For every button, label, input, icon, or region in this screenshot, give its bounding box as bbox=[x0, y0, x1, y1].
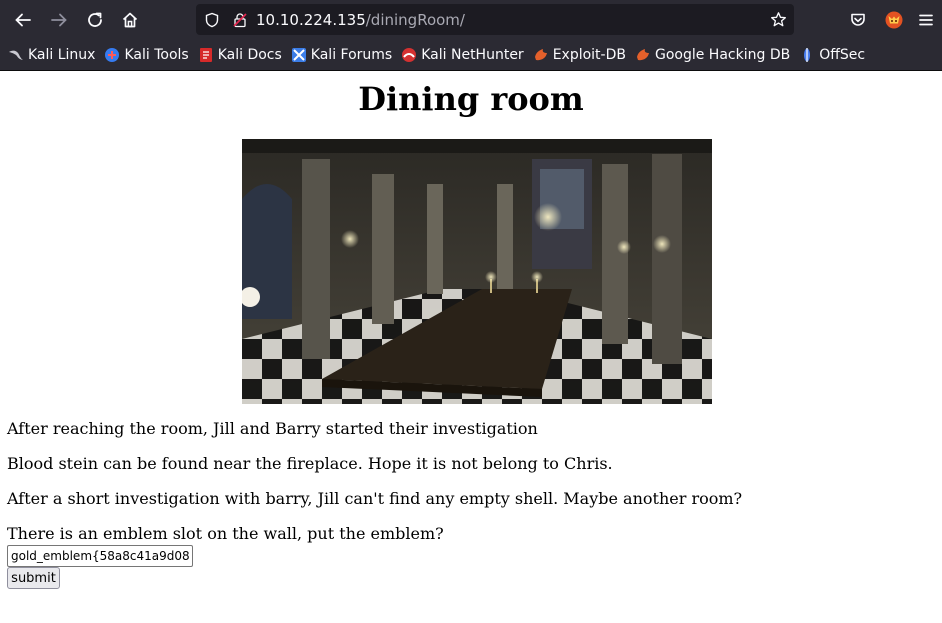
nethunter-icon bbox=[402, 47, 417, 62]
submit-button[interactable]: submit bbox=[7, 567, 60, 589]
back-button[interactable] bbox=[7, 4, 39, 36]
kali-dragon-icon bbox=[9, 50, 23, 60]
paragraph-2: Blood stein can be found near the firepl… bbox=[7, 454, 613, 473]
reload-button[interactable] bbox=[79, 4, 111, 36]
kali-tools-icon bbox=[105, 47, 120, 62]
url-host: 10.10.224.135 bbox=[256, 10, 366, 29]
insecure-lock-icon bbox=[233, 12, 247, 27]
extension-fox-icon bbox=[885, 11, 903, 29]
bookmark-label: Kali Tools bbox=[124, 46, 189, 63]
dining-room-image bbox=[242, 139, 712, 404]
bookmark-label: Kali Linux bbox=[28, 46, 96, 63]
bookmark-kali-docs[interactable]: Kali Docs bbox=[198, 47, 282, 63]
paragraph-1: After reaching the room, Jill and Barry … bbox=[7, 419, 538, 438]
home-button[interactable] bbox=[114, 4, 146, 36]
menu-button[interactable] bbox=[910, 4, 942, 36]
shield-icon bbox=[205, 12, 219, 27]
bookmark-label: Google Hacking DB bbox=[654, 46, 791, 63]
bookmark-label: Exploit-DB bbox=[552, 46, 626, 63]
url-text: 10.10.224.135/diningRoom/ bbox=[256, 11, 465, 29]
bookmark-kali-tools[interactable]: Kali Tools bbox=[104, 46, 189, 63]
bookmark-label: Kali NetHunter bbox=[421, 46, 524, 63]
forward-arrow-icon bbox=[51, 13, 67, 27]
bookmark-exploit-db[interactable]: Exploit-DB bbox=[533, 47, 626, 63]
hamburger-menu-icon bbox=[919, 14, 933, 26]
browser-toolbar: 10.10.224.135/diningRoom/ bbox=[0, 0, 942, 39]
kali-forums-icon bbox=[291, 47, 306, 62]
bookmark-kali-linux[interactable]: Kali Linux bbox=[8, 47, 95, 63]
bookmark-label: Kali Docs bbox=[217, 46, 282, 63]
emblem-input[interactable] bbox=[7, 545, 193, 567]
offsec-icon bbox=[804, 47, 811, 62]
forward-button[interactable] bbox=[43, 4, 75, 36]
paragraph-3: After a short investigation with barry, … bbox=[7, 489, 743, 508]
page-content: Dining room After reaching the room, Jil… bbox=[0, 71, 942, 589]
bookmark-star-icon[interactable] bbox=[770, 11, 787, 28]
back-arrow-icon bbox=[15, 13, 31, 27]
pocket-icon bbox=[851, 13, 865, 26]
address-bar[interactable]: 10.10.224.135/diningRoom/ bbox=[196, 4, 794, 35]
bookmark-offsec[interactable]: OffSec bbox=[799, 47, 865, 63]
reload-icon bbox=[88, 12, 102, 27]
bookmark-kali-nethunter[interactable]: Kali NetHunter bbox=[401, 46, 524, 63]
url-path: /diningRoom/ bbox=[365, 10, 465, 29]
home-icon bbox=[122, 12, 138, 28]
bookmark-label: OffSec bbox=[819, 46, 866, 63]
dining-room-illustration bbox=[242, 139, 712, 404]
bookmark-label: Kali Forums bbox=[310, 46, 393, 63]
page-title: Dining room bbox=[358, 80, 584, 118]
ghdb-icon bbox=[636, 48, 649, 60]
extension-button[interactable] bbox=[878, 4, 910, 36]
bookmarks-toolbar: Kali Linux Kali Tools Kali Docs Kali For… bbox=[0, 39, 942, 71]
exploit-db-icon bbox=[534, 48, 547, 60]
bookmark-google-hacking-db[interactable]: Google Hacking DB bbox=[635, 47, 790, 63]
bookmark-kali-forums[interactable]: Kali Forums bbox=[291, 47, 392, 63]
kali-docs-icon bbox=[199, 47, 212, 62]
paragraph-4: There is an emblem slot on the wall, put… bbox=[7, 524, 444, 543]
pocket-button[interactable] bbox=[842, 4, 874, 36]
